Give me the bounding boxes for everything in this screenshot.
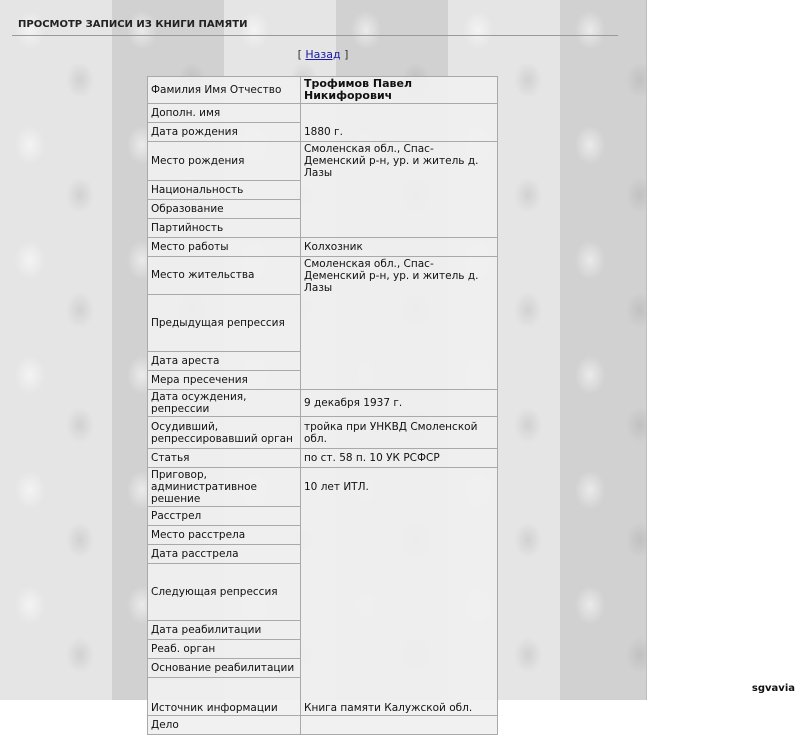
field-value (301, 295, 498, 352)
field-value (301, 526, 498, 545)
back-link-container: [ Назад ] (0, 48, 646, 61)
field-label: Расстрел (147, 506, 301, 526)
field-label: Место жительства (147, 256, 301, 295)
field-label: Источник информации (147, 677, 301, 716)
table-row: Дополн. имя (147, 103, 498, 123)
field-value (301, 180, 498, 199)
table-row: Дата расстрела (147, 544, 498, 564)
table-row: Источник информации Книга памяти Калужск… (147, 677, 498, 716)
field-label: Дата рождения (147, 122, 301, 142)
field-label: Следующая репрессия (147, 563, 301, 621)
field-label: Дата реабилитации (147, 620, 301, 640)
field-value: тройка при УНКВД Смоленской обл. (300, 416, 498, 449)
bracket-open: [ (297, 48, 302, 61)
table-row: Место рождения Смоленская обл., Спас-Дем… (147, 141, 498, 181)
field-value (301, 564, 498, 621)
table-row: Приговор, административное решение 10 ле… (147, 467, 498, 507)
table-row: Место расстрела (147, 525, 498, 545)
record-table: Фамилия Имя Отчество Трофимов Павел Ники… (147, 76, 498, 735)
table-row: Дата реабилитации (147, 620, 498, 640)
field-label: Национальность (147, 180, 301, 200)
table-row: Место жительства Смоленская обл., Спас-Д… (147, 256, 498, 295)
table-row: Расстрел (147, 506, 498, 526)
field-label: Дело (147, 715, 301, 735)
field-value (301, 507, 498, 526)
field-label: Предыдущая репрессия (147, 294, 301, 352)
field-label: Фамилия Имя Отчество (147, 76, 301, 104)
field-label: Образование (147, 199, 301, 219)
table-row: Предыдущая репрессия (147, 294, 498, 352)
field-label: Место работы (147, 237, 301, 257)
field-value: 10 лет ИТЛ. (304, 481, 369, 494)
field-label: Осудивший, репрессировавший орган (147, 416, 301, 449)
field-label: Дополн. имя (147, 103, 301, 123)
field-value: Трофимов Павел Никифорович (300, 76, 498, 104)
table-row: Реаб. орган (147, 639, 498, 659)
table-row: Место работы Колхозник (147, 237, 498, 257)
field-label: Основание реабилитации (147, 658, 301, 678)
table-row: Фамилия Имя Отчество Трофимов Павел Ники… (147, 76, 498, 104)
table-row: Дата ареста (147, 351, 498, 371)
table-row: Образование (147, 199, 498, 219)
field-label: Дата осуждения, репрессии (147, 389, 301, 417)
field-label: Дата расстрела (147, 544, 301, 564)
bracket-close: ] (344, 48, 349, 61)
field-value (300, 218, 498, 238)
table-row: Дата рождения 1880 г. (147, 122, 498, 142)
table-row: Основание реабилитации (147, 658, 498, 678)
field-label: Место расстрела (147, 525, 301, 545)
table-row: Осудивший, репрессировавший орган тройка… (147, 416, 498, 449)
field-value (301, 545, 498, 564)
watermark-text: sgvavia (751, 683, 795, 694)
field-label: Место рождения (147, 141, 301, 181)
table-row: Партийность (147, 218, 498, 238)
field-value (301, 104, 498, 123)
field-value (301, 352, 498, 371)
header-divider (12, 35, 618, 36)
field-value: Смоленская обл., Спас-Деменский р-н, ур.… (304, 143, 479, 179)
field-label: Приговор, административное решение (147, 467, 301, 507)
field-value: Смоленская обл., Спас-Деменский р-н, ур.… (304, 257, 479, 294)
field-label: Партийность (147, 218, 301, 238)
field-value: 1880 г. (300, 122, 498, 142)
field-value: Колхозник (300, 237, 498, 257)
field-value: 9 декабря 1937 г. (300, 389, 498, 417)
field-value (301, 621, 498, 640)
field-label: Статья (147, 448, 301, 468)
table-row: Национальность (147, 180, 498, 200)
back-link[interactable]: Назад (305, 48, 340, 61)
field-label: Реаб. орган (147, 639, 301, 659)
field-label: Дата ареста (147, 351, 301, 371)
table-row: Следующая репрессия (147, 563, 498, 621)
field-label: Мера пресечения (147, 370, 301, 390)
field-value (301, 640, 498, 659)
table-row: Статья по ст. 58 п. 10 УК РСФСР (147, 448, 498, 468)
page-title: ПРОСМОТР ЗАПИСИ ИЗ КНИГИ ПАМЯТИ (18, 19, 248, 30)
table-row: Дело (147, 715, 498, 735)
field-value (300, 370, 498, 390)
table-row: Дата осуждения, репрессии 9 декабря 1937… (147, 389, 498, 417)
table-row: Мера пресечения (147, 370, 498, 390)
field-value (301, 659, 498, 678)
field-value (301, 199, 498, 218)
field-value (301, 716, 498, 735)
field-value: Книга памяти Калужской обл. (300, 677, 498, 716)
field-value: по ст. 58 п. 10 УК РСФСР (300, 448, 498, 468)
